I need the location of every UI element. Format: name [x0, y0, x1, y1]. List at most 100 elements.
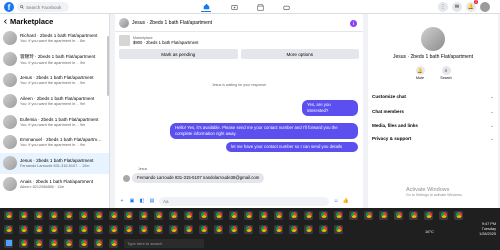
chrome-taskbar-icon[interactable] [169, 210, 178, 220]
watch-icon[interactable] [229, 2, 239, 12]
chrome-taskbar-icon[interactable] [319, 224, 328, 234]
chrome-taskbar-icon[interactable] [319, 210, 328, 220]
chrome-taskbar-icon[interactable] [169, 224, 178, 234]
search-input[interactable] [26, 4, 68, 10]
profile-avatar[interactable] [480, 2, 490, 12]
chrome-taskbar-icon[interactable] [49, 210, 58, 220]
chrome-taskbar-icon[interactable] [364, 210, 373, 220]
chrome-taskbar-icon[interactable] [64, 224, 73, 234]
chrome-taskbar-icon[interactable] [19, 210, 28, 220]
mark-pending-button[interactable]: Mark as pending [119, 49, 238, 59]
conversation-item[interactable]: Emmanuel · 2beds 1 bath Flat/apartment Yo… [0, 132, 109, 153]
chrome-taskbar-icon[interactable] [34, 210, 43, 220]
outgoing-message[interactable]: Yes, are you interested? [302, 100, 358, 116]
gif-icon[interactable]: ▤ [149, 198, 155, 204]
chrome-taskbar-icon[interactable] [274, 224, 283, 234]
chrome-taskbar-icon[interactable] [259, 210, 268, 220]
chrome-taskbar-icon[interactable] [139, 210, 148, 220]
conversation-item[interactable]: 蓉锦玲 · 2beds 1 bath Flat/apartment You: if… [0, 49, 109, 70]
section-customize-chat[interactable]: Customize chat ⌄ [372, 94, 494, 100]
chrome-taskbar-icon[interactable] [64, 238, 73, 248]
chrome-taskbar-icon[interactable] [19, 238, 28, 248]
chrome-taskbar-icon[interactable] [214, 224, 223, 234]
chrome-taskbar-icon[interactable] [94, 238, 103, 248]
chrome-taskbar-icon[interactable] [4, 224, 13, 234]
chat-avatar[interactable] [119, 17, 129, 28]
chrome-taskbar-icon[interactable] [139, 224, 148, 234]
chrome-taskbar-icon[interactable] [454, 210, 463, 220]
marketplace-icon[interactable] [255, 2, 265, 12]
conversation-item[interactable]: Richard · 2beds 1 bath Flat/apartment You… [0, 28, 109, 49]
conversation-item[interactable]: Eufemia · 2beds 1 bath Flat/apartment You… [0, 111, 109, 132]
chrome-taskbar-icon[interactable] [214, 210, 223, 220]
chrome-taskbar-icon[interactable] [49, 238, 58, 248]
mute-button[interactable]: 🔔 Mute [410, 66, 430, 80]
chrome-taskbar-icon[interactable] [244, 224, 253, 234]
scrollbar[interactable] [107, 36, 109, 96]
chrome-taskbar-icon[interactable] [64, 210, 73, 220]
chrome-taskbar-icon[interactable] [304, 224, 313, 234]
chrome-taskbar-icon[interactable] [394, 210, 403, 220]
back-arrow-icon[interactable] [3, 18, 8, 24]
chrome-taskbar-icon[interactable] [289, 224, 298, 234]
chrome-taskbar-icon[interactable] [34, 224, 43, 234]
messenger-icon[interactable]: ✉ [452, 2, 462, 12]
notifications-icon[interactable]: 🔔 2 [466, 0, 478, 12]
chrome-taskbar-icon[interactable] [289, 210, 298, 220]
chrome-taskbar-icon[interactable] [109, 210, 118, 220]
chrome-taskbar-icon[interactable] [184, 210, 193, 220]
chrome-taskbar-icon[interactable] [154, 210, 163, 220]
chat-title[interactable]: Jesus · 2beds 1 bath Flat/apartment [132, 20, 212, 26]
plus-icon[interactable]: + [119, 198, 125, 204]
chrome-taskbar-icon[interactable] [34, 238, 43, 248]
like-icon[interactable]: 👍 [343, 198, 349, 204]
chrome-taskbar-icon[interactable] [154, 224, 163, 234]
system-tray[interactable]: 9:47 PM Tuesday 1/28/2025 [479, 222, 496, 237]
facebook-logo[interactable]: f [4, 2, 14, 12]
section-chat-members[interactable]: Chat members ⌄ [372, 109, 494, 115]
outgoing-message[interactable]: let me have your contact number so I can… [226, 142, 358, 152]
chrome-taskbar-icon[interactable] [109, 238, 118, 248]
weather-widget[interactable]: 16°C [425, 229, 434, 234]
incoming-message[interactable]: Fernando Larroude 831-315-5107 nandolarr… [132, 173, 265, 183]
chrome-taskbar-icon[interactable] [229, 224, 238, 234]
chrome-taskbar-icon[interactable] [4, 210, 13, 220]
search-box[interactable] [17, 2, 69, 12]
chrome-taskbar-icon[interactable] [19, 224, 28, 234]
message-input[interactable] [159, 196, 329, 206]
conversation-item[interactable]: Anais · 2beds 1 bath Flat/apartment Ailee… [0, 174, 109, 195]
more-options-button[interactable]: More options [240, 49, 359, 59]
menu-grid-icon[interactable]: ⋮ [438, 2, 448, 12]
start-button[interactable] [4, 238, 13, 248]
chrome-taskbar-icon[interactable] [109, 224, 118, 234]
chrome-taskbar-icon[interactable] [199, 210, 208, 220]
chrome-taskbar-icon[interactable] [229, 210, 238, 220]
conversation-item[interactable]: Aileen · 2beds 1 bath Flat/apartment You:… [0, 90, 109, 111]
listing-thumbnail[interactable] [119, 35, 130, 46]
chrome-taskbar-icon[interactable] [439, 210, 448, 220]
chrome-taskbar-icon[interactable] [259, 224, 268, 234]
chrome-taskbar-icon[interactable] [79, 238, 88, 248]
sticker-icon[interactable]: ◧ [139, 198, 145, 204]
section-privacy-support[interactable]: Privacy & support ⌄ [372, 136, 494, 142]
chrome-taskbar-icon[interactable] [184, 224, 193, 234]
section-media-files[interactable]: Media, files and links ⌄ [372, 123, 494, 129]
chrome-taskbar-icon[interactable] [334, 224, 343, 234]
chrome-taskbar-icon[interactable] [79, 224, 88, 234]
outgoing-message[interactable]: Hello! Yes, it's available. Please send … [170, 123, 358, 139]
chrome-taskbar-icon[interactable] [379, 210, 388, 220]
chrome-taskbar-icon[interactable] [274, 210, 283, 220]
home-icon[interactable] [201, 2, 211, 12]
info-icon[interactable]: i [350, 20, 357, 27]
search-button[interactable]: ⌕ Search [436, 66, 456, 80]
taskbar-search[interactable]: Type here to search [124, 238, 204, 248]
chrome-taskbar-icon[interactable] [124, 224, 133, 234]
chrome-taskbar-icon[interactable] [349, 210, 358, 220]
gaming-icon[interactable] [281, 2, 291, 12]
chrome-taskbar-icon[interactable] [199, 224, 208, 234]
chrome-taskbar-icon[interactable] [244, 210, 253, 220]
chrome-taskbar-icon[interactable] [424, 210, 433, 220]
listing-title[interactable]: $900 · 2beds 1 bath Flat/apartment [133, 40, 198, 45]
image-icon[interactable]: ▣ [129, 198, 135, 204]
chrome-taskbar-icon[interactable] [304, 210, 313, 220]
